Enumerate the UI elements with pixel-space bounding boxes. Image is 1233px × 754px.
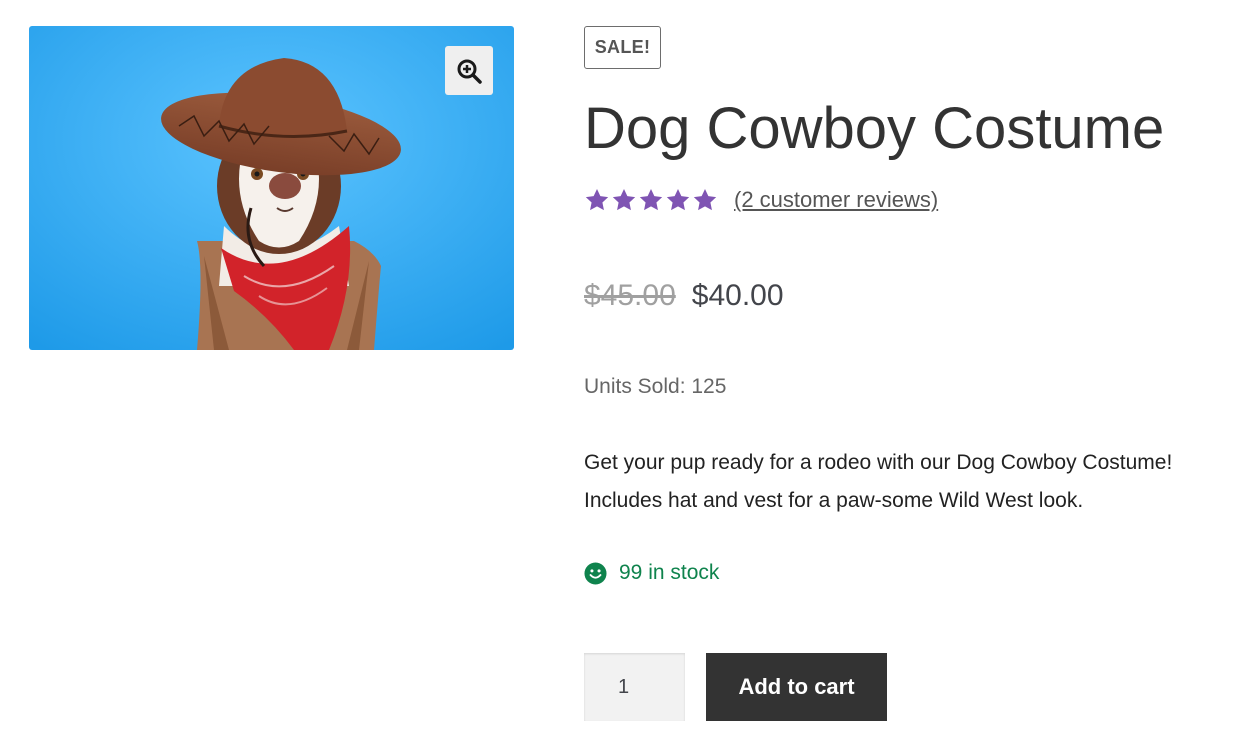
zoom-in-icon <box>457 59 482 84</box>
product-image-gallery[interactable] <box>29 26 514 350</box>
star-rating <box>584 187 718 213</box>
zoom-button[interactable] <box>445 46 493 95</box>
sale-badge: SALE! <box>584 26 661 69</box>
star-icon <box>666 188 690 211</box>
product-image[interactable] <box>29 26 514 350</box>
product-rating: (2 customer reviews) <box>584 186 938 214</box>
star-icon <box>585 188 609 211</box>
star-icon <box>612 188 636 211</box>
smiley-icon <box>584 561 607 585</box>
product-page: SALE! Dog Cowboy Costume (2 customer rev… <box>0 0 1233 754</box>
units-sold: Units Sold: 125 <box>584 375 727 398</box>
original-price: $45.00 <box>584 279 676 312</box>
customer-reviews-link[interactable]: (2 customer reviews) <box>734 187 938 213</box>
add-to-cart-button[interactable]: Add to cart <box>706 653 887 721</box>
stock-text: 99 in stock <box>619 561 720 584</box>
product-price: $45.00 $40.00 <box>584 276 784 316</box>
star-icon <box>693 188 717 211</box>
quantity-input[interactable] <box>584 653 685 721</box>
star-icon <box>639 188 663 211</box>
product-description: Get your pup ready for a rodeo with our … <box>584 451 1173 512</box>
stock-status: 99 in stock <box>584 561 719 585</box>
sale-price: $40.00 <box>691 279 784 312</box>
product-title: Dog Cowboy Costume <box>584 96 1165 161</box>
